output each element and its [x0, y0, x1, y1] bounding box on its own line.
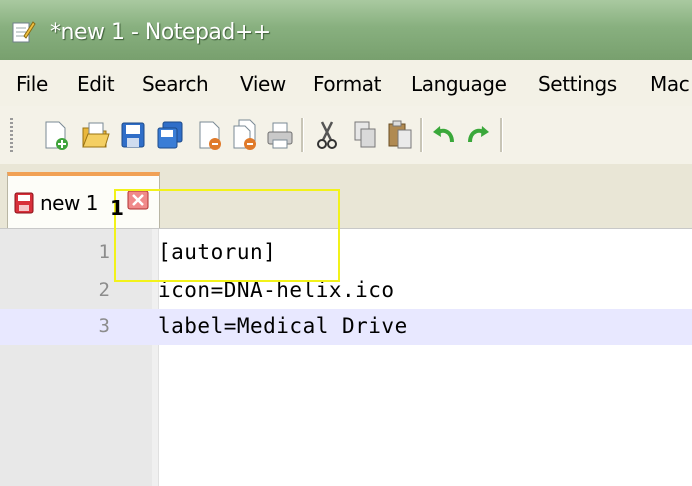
editor-line[interactable]: 2 icon=DNA-helix.ico [0, 273, 692, 309]
unsaved-file-icon [14, 192, 34, 214]
title-bar: *new 1 - Notepad++ [0, 0, 692, 60]
line-number: 1 [98, 241, 110, 263]
window-title: *new 1 - Notepad++ [50, 20, 271, 45]
menu-view[interactable]: View [240, 72, 286, 96]
editor-area[interactable]: 1 [autorun] 2 icon=DNA-helix.ico 3 label… [0, 228, 692, 486]
redo-icon[interactable] [462, 118, 492, 152]
menu-file[interactable]: File [16, 72, 48, 96]
menu-bar: File Edit Search View Format Language Se… [0, 60, 692, 107]
line-number: 3 [98, 315, 110, 337]
editor-line-current[interactable]: 3 label=Medical Drive [0, 309, 692, 345]
paste-icon[interactable] [385, 118, 415, 152]
toolbar-grip[interactable] [10, 118, 13, 152]
toolbar-separator [500, 118, 503, 152]
undo-icon[interactable] [430, 118, 460, 152]
menu-language[interactable]: Language [411, 72, 507, 96]
menu-settings[interactable]: Settings [538, 72, 617, 96]
annotation-label: 1 [110, 196, 124, 220]
new-file-icon[interactable] [40, 118, 70, 152]
annotation-highlight-box [114, 189, 340, 282]
notepad-app-icon [12, 21, 36, 43]
menu-macro[interactable]: Mac [650, 72, 690, 96]
toolbar [0, 106, 692, 164]
line-text[interactable]: label=Medical Drive [158, 314, 408, 338]
open-file-icon[interactable] [80, 118, 110, 152]
close-all-icon[interactable] [230, 118, 260, 152]
toolbar-separator [301, 118, 304, 152]
menu-edit[interactable]: Edit [77, 72, 115, 96]
tab-label: new 1 [40, 191, 98, 215]
menu-search[interactable]: Search [142, 72, 209, 96]
copy-icon[interactable] [350, 118, 380, 152]
editor-line[interactable]: 1 [autorun] [0, 235, 692, 271]
tab-bar: new 1 [0, 164, 692, 228]
print-icon[interactable] [265, 118, 295, 152]
line-number: 2 [98, 279, 110, 301]
save-icon[interactable] [118, 118, 148, 152]
cut-icon[interactable] [312, 118, 342, 152]
toolbar-separator [420, 118, 423, 152]
save-all-icon[interactable] [155, 118, 185, 152]
close-icon[interactable] [195, 118, 225, 152]
menu-format[interactable]: Format [313, 72, 381, 96]
